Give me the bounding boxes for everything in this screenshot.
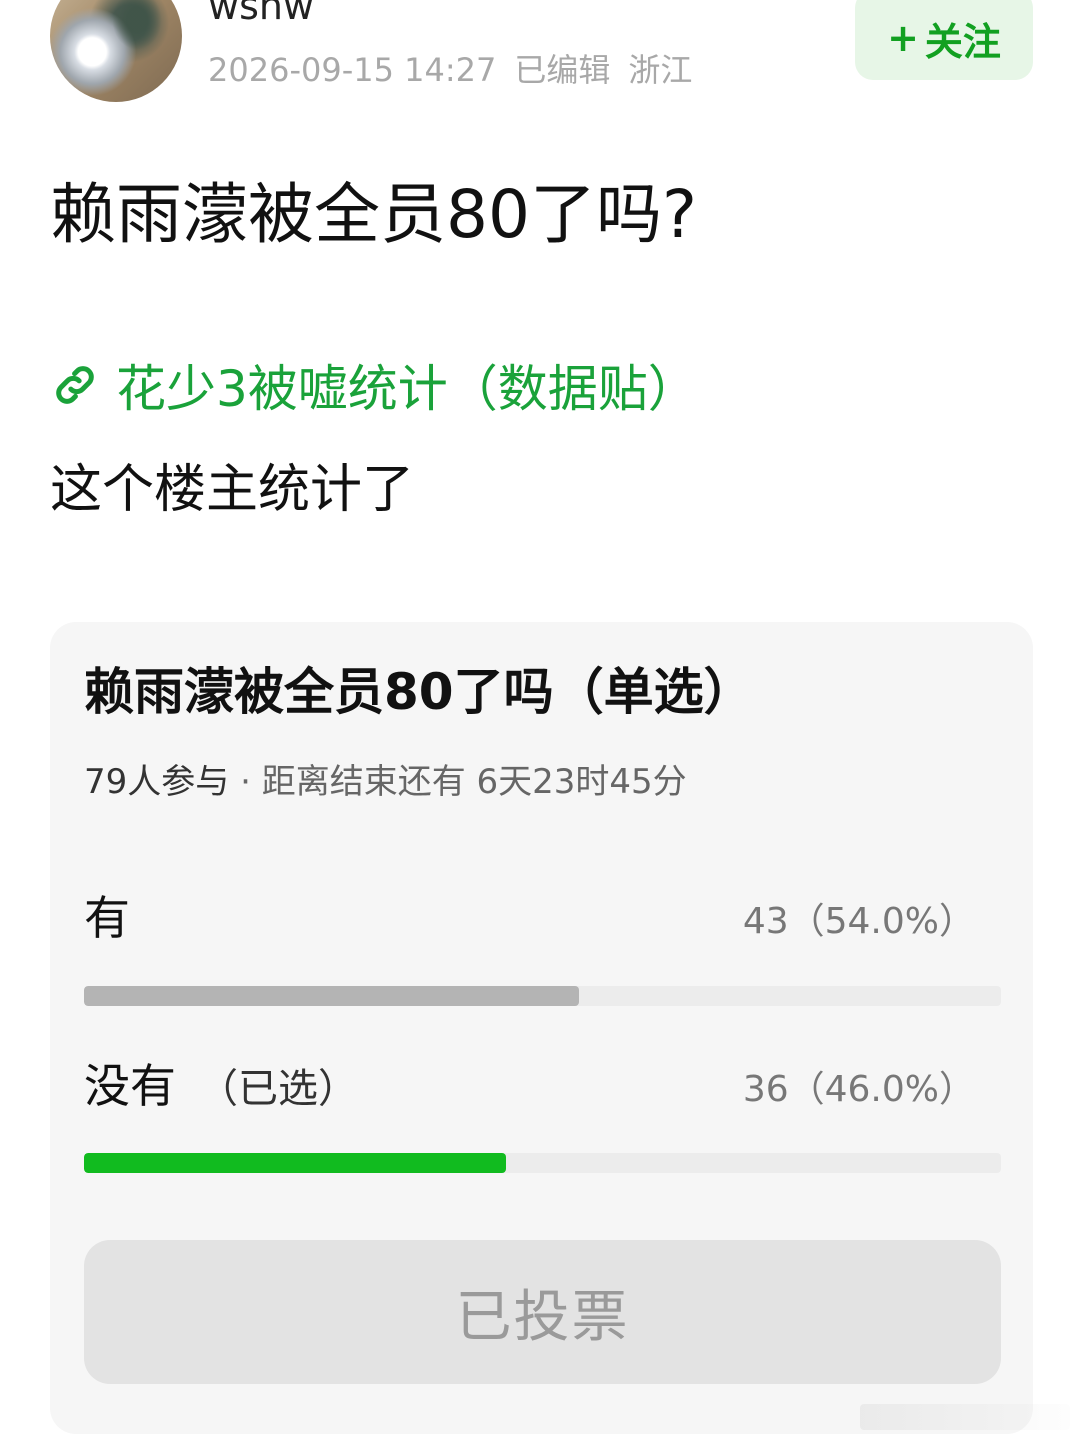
username[interactable]: wshw bbox=[208, 0, 314, 26]
plus-icon: + bbox=[887, 16, 919, 60]
edited-label: 已编辑 bbox=[514, 51, 611, 89]
option-label: 有 bbox=[84, 890, 130, 946]
voted-button[interactable]: 已投票 bbox=[84, 1240, 1001, 1384]
selected-tag: （已选） bbox=[198, 1066, 358, 1112]
poll-card: 赖雨濛被全员80了吗（单选） 79人参与 · 距离结束还有 6天23时45分 有… bbox=[50, 622, 1033, 1434]
poll-meta: 79人参与 · 距离结束还有 6天23时45分 bbox=[84, 760, 687, 804]
option-progress-fill bbox=[84, 1153, 506, 1173]
post-body: 这个楼主统计了 bbox=[50, 460, 415, 520]
linked-post-title: 花少3被嘘统计（数据贴） bbox=[116, 360, 698, 418]
poll-remaining-time: 距离结束还有 6天23时45分 bbox=[261, 762, 687, 802]
avatar[interactable] bbox=[50, 0, 182, 102]
option-label: 没有 （已选） bbox=[84, 1058, 358, 1117]
post-location: 浙江 bbox=[628, 51, 693, 89]
follow-button[interactable]: + 关注 bbox=[855, 0, 1033, 80]
option-progress-track bbox=[84, 986, 1001, 1006]
option-count: 43（54.0%） bbox=[742, 901, 975, 942]
linked-post[interactable]: 花少3被嘘统计（数据贴） bbox=[50, 350, 698, 420]
watermark bbox=[860, 1404, 1070, 1430]
link-icon bbox=[56, 366, 94, 404]
poll-title: 赖雨濛被全员80了吗（单选） bbox=[84, 663, 754, 721]
post-page: wshw 2026-09-15 14:27 已编辑 浙江 + 关注 赖雨濛被全员80… bbox=[0, 0, 1080, 1440]
post-meta: 2026-09-15 14:27 已编辑 浙江 bbox=[208, 50, 710, 90]
option-progress-track bbox=[84, 1153, 1001, 1173]
meta-separator: · bbox=[229, 762, 262, 802]
avatar-image bbox=[112, 0, 162, 50]
option-count: 36（46.0%） bbox=[742, 1069, 975, 1110]
post-title: 赖雨濛被全员80了吗? bbox=[50, 176, 698, 253]
follow-label: 关注 bbox=[924, 19, 1001, 64]
option-text: 有 bbox=[84, 891, 130, 945]
option-progress-fill bbox=[84, 986, 580, 1006]
option-text: 没有 bbox=[84, 1059, 176, 1113]
poll-participants: 79人参与 bbox=[84, 762, 230, 802]
post-timestamp: 2026-09-15 14:27 bbox=[208, 51, 497, 89]
